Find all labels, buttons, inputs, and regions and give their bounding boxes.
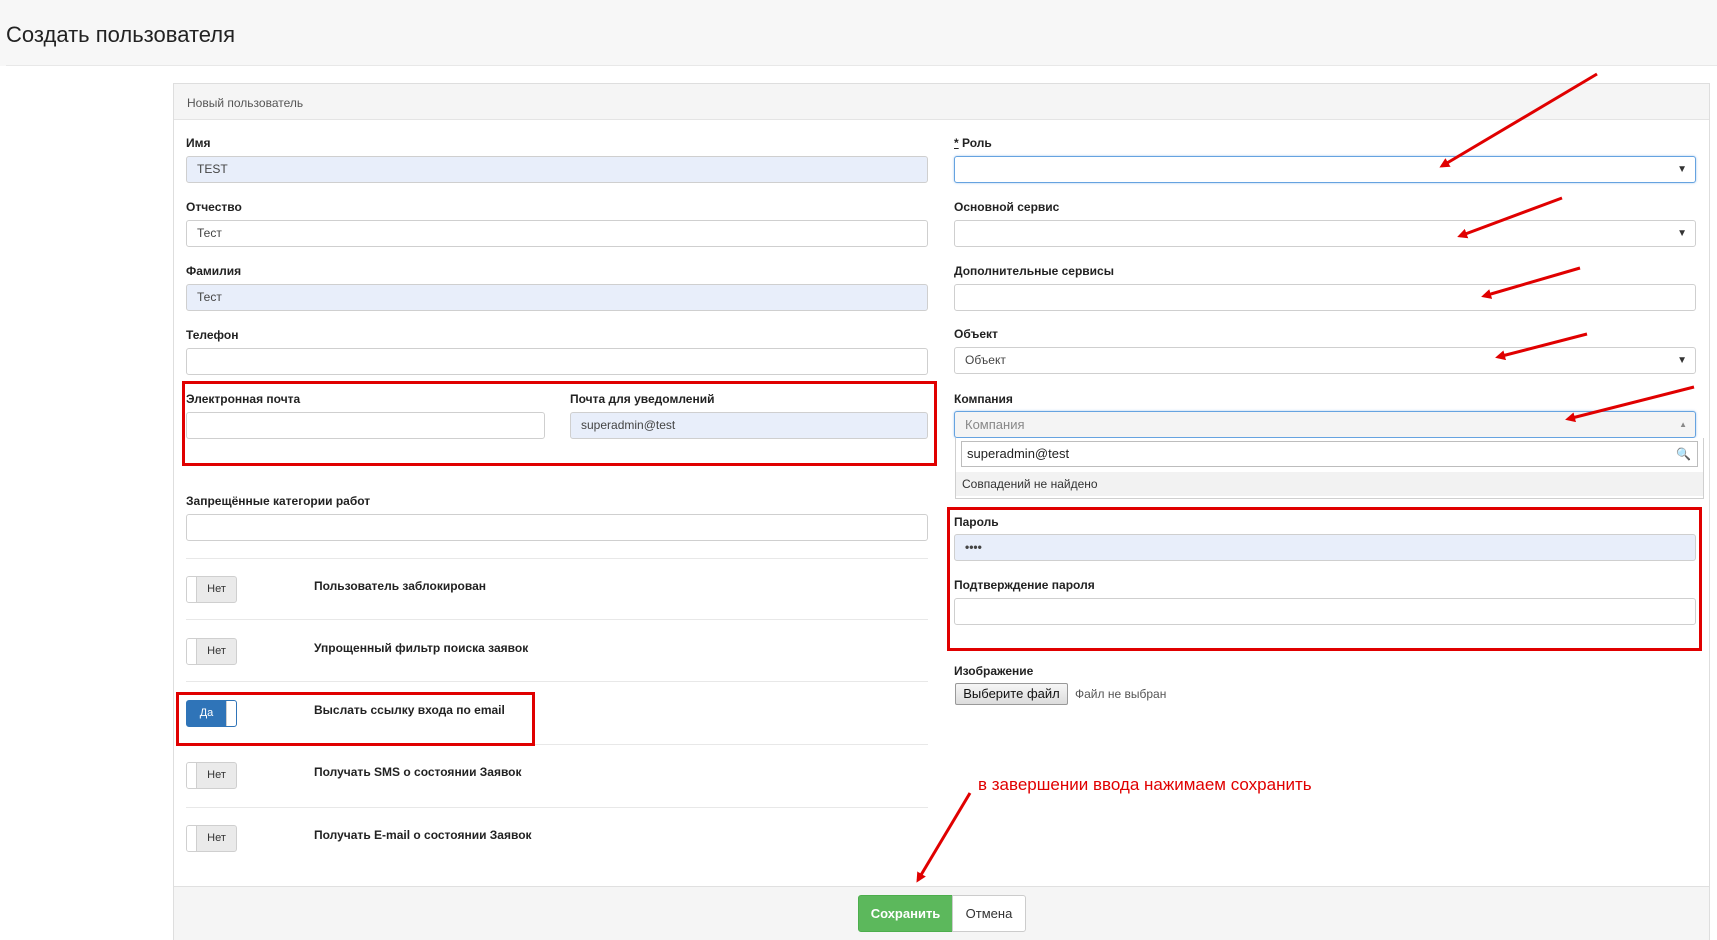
toggle-state: Нет <box>207 832 226 844</box>
last-name-label: Фамилия <box>186 264 242 278</box>
search-icon: 🔍 <box>1676 447 1691 461</box>
company-search-value: superadmin@test <box>967 446 1070 461</box>
first-name-label: Имя <box>186 136 211 150</box>
choose-file-button[interactable]: Выберите файл <box>955 683 1068 705</box>
company-search-input[interactable]: superadmin@test 🔍 <box>961 441 1698 467</box>
toggle-state: Нет <box>207 583 226 595</box>
toggle-knob <box>187 763 197 788</box>
toggle-knob <box>187 639 197 664</box>
phone-input[interactable] <box>186 348 928 375</box>
file-status: Файл не выбран <box>1075 687 1167 701</box>
chevron-up-icon: ▲ <box>1679 420 1687 429</box>
cancel-button[interactable]: Отмена <box>952 895 1026 932</box>
simple-filter-label: Упрощенный фильтр поиска заявок <box>314 641 529 655</box>
divider <box>186 619 928 620</box>
page-title: Создать пользователя <box>6 22 236 47</box>
role-select[interactable]: ▼ <box>954 156 1696 183</box>
main-service-label: Основной сервис <box>954 200 1060 214</box>
toggle-state: Нет <box>207 769 226 781</box>
divider <box>186 807 928 808</box>
blocked-toggle[interactable]: Нет <box>186 576 237 603</box>
simple-filter-toggle[interactable]: Нет <box>186 638 237 665</box>
main-service-select[interactable]: ▼ <box>954 220 1696 247</box>
extra-services-input[interactable] <box>954 284 1696 311</box>
annotation-text: в завершении ввода нажимаем сохранить <box>978 775 1312 794</box>
email-notify-toggle[interactable]: Нет <box>186 825 237 852</box>
panel-heading: Новый пользователь <box>174 84 1709 120</box>
toggle-state: Нет <box>207 645 226 657</box>
header-divider <box>6 65 1717 66</box>
no-results-message: Совпадений не найдено <box>956 472 1703 496</box>
page-header: Создать пользователя <box>0 0 1717 66</box>
sms-notify-toggle[interactable]: Нет <box>186 762 237 789</box>
role-label: * Роль <box>954 136 992 150</box>
blocked-label: Пользователь заблокирован <box>314 579 487 593</box>
role-label-text: Роль <box>962 136 992 150</box>
object-label: Объект <box>954 327 998 341</box>
company-label: Компания <box>954 392 1013 406</box>
email-highlight-box <box>182 381 937 466</box>
chevron-down-icon: ▼ <box>1677 355 1687 366</box>
sms-notify-label: Получать SMS о состоянии Заявок <box>314 765 522 779</box>
middle-name-label: Отчество <box>186 200 242 214</box>
divider <box>186 681 928 682</box>
password-highlight-box <box>947 507 1702 651</box>
chevron-down-icon: ▼ <box>1677 164 1687 175</box>
required-mark: * <box>954 136 959 150</box>
object-select[interactable]: Объект ▼ <box>954 347 1696 374</box>
first-name-input[interactable]: TEST <box>186 156 928 183</box>
chevron-down-icon: ▼ <box>1677 228 1687 239</box>
forbidden-categories-input[interactable] <box>186 514 928 541</box>
middle-name-input[interactable]: Тест <box>186 220 928 247</box>
panel-heading-text: Новый пользователь <box>187 96 304 110</box>
company-dropdown: superadmin@test 🔍 Совпадений не найдено <box>955 438 1704 499</box>
phone-label: Телефон <box>186 328 239 342</box>
company-select[interactable]: Компания ▲ <box>954 411 1696 438</box>
divider <box>186 558 928 559</box>
company-placeholder: Компания <box>965 417 1025 432</box>
email-notify-label: Получать E-mail о состоянии Заявок <box>314 828 532 842</box>
image-label: Изображение <box>954 664 1034 678</box>
last-name-input[interactable]: Тест <box>186 284 928 311</box>
toggle-knob <box>187 826 197 851</box>
save-button[interactable]: Сохранить <box>858 895 953 932</box>
toggle-knob <box>187 577 197 602</box>
forbidden-categories-label: Запрещённые категории работ <box>186 494 371 508</box>
object-placeholder: Объект <box>965 353 1006 367</box>
extra-services-label: Дополнительные сервисы <box>954 264 1114 278</box>
send-link-highlight-box <box>176 692 535 746</box>
